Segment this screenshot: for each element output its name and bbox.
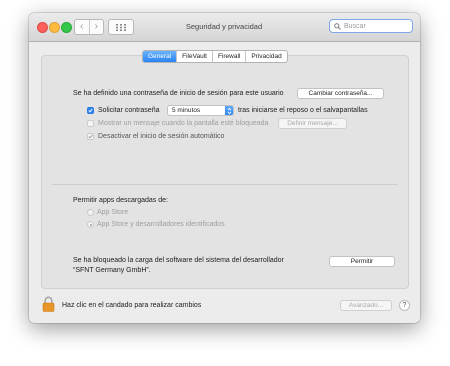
window-title: Seguridad y privacidad — [185, 22, 263, 31]
checkmark-icon — [88, 134, 93, 139]
lock-icon[interactable] — [42, 296, 55, 312]
title-bar: ‹ › Seguridad y privacidad — [29, 13, 420, 42]
back-button[interactable]: ‹ — [75, 20, 90, 34]
radio-app-store-label: App Store — [97, 209, 129, 216]
preferences-window: ‹ › Seguridad y privacidad General FileV… — [29, 13, 420, 323]
tab-privacidad[interactable]: Privacidad — [246, 51, 286, 62]
navigation-buttons: ‹ › — [74, 19, 104, 35]
lock-instruction: Haz clic en el candado para realizar cam… — [62, 302, 202, 309]
forward-button[interactable]: › — [90, 20, 104, 34]
show-all-button[interactable] — [108, 19, 134, 35]
change-password-button[interactable]: Cambiar contraseña... — [297, 88, 384, 99]
tab-filevault[interactable]: FileVault — [177, 51, 213, 62]
radio-identified-developers-label: App Store y desarrolladores identificado… — [97, 221, 225, 228]
password-notice: Se ha definido una contraseña de inicio … — [73, 90, 284, 97]
zoom-button[interactable] — [61, 22, 72, 33]
advanced-button[interactable]: Avanzado... — [340, 300, 392, 311]
downloads-heading: Permitir apps descargadas de: — [73, 197, 168, 204]
disable-auto-login-label: Desactivar el inicio de sesión automátic… — [98, 133, 225, 140]
tab-bar: General FileVault Firewall Privacidad — [142, 50, 288, 63]
blocked-software-notice: Se ha bloqueado la carga del software de… — [73, 257, 284, 274]
tab-general[interactable]: General — [143, 51, 178, 62]
minimize-button[interactable] — [49, 22, 60, 33]
define-message-button[interactable]: Definir mensaje... — [278, 118, 347, 129]
grid-icon — [116, 23, 126, 31]
show-message-checkbox[interactable] — [87, 120, 94, 127]
close-button[interactable] — [37, 22, 48, 33]
divider — [52, 184, 398, 185]
allow-button[interactable]: Permitir — [329, 256, 395, 267]
radio-app-store[interactable] — [87, 209, 94, 216]
password-delay-select[interactable]: 5 minutos — [167, 105, 234, 116]
disable-auto-login-checkbox[interactable] — [87, 133, 94, 140]
tab-firewall[interactable]: Firewall — [213, 51, 247, 62]
password-delay-value: 5 minutos — [172, 107, 201, 114]
require-password-label: Solicitar contraseña — [98, 107, 160, 114]
general-panel: Se ha definido una contraseña de inicio … — [41, 55, 409, 289]
radio-identified-developers[interactable] — [87, 221, 94, 228]
search-input[interactable] — [344, 22, 404, 30]
search-field[interactable] — [329, 19, 413, 33]
search-icon — [334, 22, 341, 30]
require-password-suffix: tras iniciarse el reposo o el salvapanta… — [238, 107, 368, 114]
select-arrows-icon — [225, 106, 233, 115]
show-message-label: Mostrar un mensaje cuando la pantalla es… — [98, 120, 269, 127]
help-button[interactable]: ? — [399, 300, 410, 311]
checkmark-icon — [88, 108, 93, 113]
require-password-checkbox[interactable] — [87, 107, 94, 114]
